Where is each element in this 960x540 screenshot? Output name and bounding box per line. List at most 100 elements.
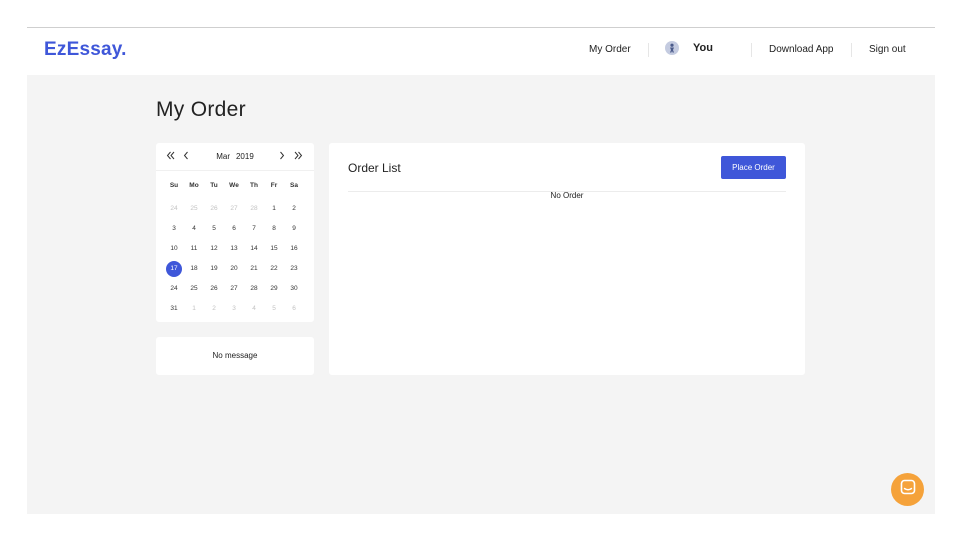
calendar-day-label: 3 xyxy=(232,305,236,312)
calendar-day[interactable]: 24 xyxy=(164,199,184,219)
calendar-day[interactable]: 13 xyxy=(224,239,244,259)
calendar-day[interactable]: 28 xyxy=(244,199,264,219)
calendar-day[interactable]: 6 xyxy=(224,219,244,239)
calendar-day[interactable]: 31 xyxy=(164,299,184,319)
calendar-day-label: 24 xyxy=(170,285,178,292)
calendar-day[interactable]: 10 xyxy=(164,239,184,259)
calendar-day[interactable]: 21 xyxy=(244,259,264,279)
app-frame: EzEssay. My Order You Download App Sign … xyxy=(27,27,935,514)
calendar-day[interactable]: 26 xyxy=(204,199,224,219)
calendar-day-label: 28 xyxy=(250,285,258,292)
double-chevron-right-icon[interactable] xyxy=(294,151,303,163)
calendar-weekday: We xyxy=(229,182,239,189)
calendar-day[interactable]: 19 xyxy=(204,259,224,279)
calendar-day[interactable]: 5 xyxy=(264,299,284,319)
calendar-day-label: 4 xyxy=(252,305,256,312)
calendar-day[interactable]: 18 xyxy=(184,259,204,279)
calendar-day-label: 3 xyxy=(172,225,176,232)
calendar-year[interactable]: 2019 xyxy=(236,152,254,161)
calendar-day-label: 7 xyxy=(252,225,256,232)
calendar-day-label: 9 xyxy=(292,225,296,232)
calendar-weekday: Th xyxy=(250,182,258,189)
calendar-day-label: 21 xyxy=(250,265,258,272)
calendar-day-selected[interactable]: 17 xyxy=(164,259,184,279)
calendar-day-label: 15 xyxy=(270,245,278,252)
calendar-day[interactable]: 6 xyxy=(284,299,304,319)
calendar-day-label: 10 xyxy=(170,245,178,252)
calendar-day-label: 25 xyxy=(190,205,198,212)
calendar-day[interactable]: 4 xyxy=(184,219,204,239)
calendar-day[interactable]: 27 xyxy=(224,279,244,299)
calendar-weekday: Tu xyxy=(210,182,218,189)
calendar-day-label: 23 xyxy=(290,265,298,272)
calendar-day[interactable]: 14 xyxy=(244,239,264,259)
calendar-day-label: 1 xyxy=(272,205,276,212)
calendar-day[interactable]: 2 xyxy=(284,199,304,219)
calendar-day-label: 27 xyxy=(230,205,238,212)
place-order-button[interactable]: Place Order xyxy=(721,156,786,179)
chat-bubble-icon xyxy=(900,479,916,500)
nav-sign-out[interactable]: Sign out xyxy=(869,44,906,55)
calendar-day[interactable]: 29 xyxy=(264,279,284,299)
order-list-panel: Order List Place Order No Order xyxy=(329,143,805,375)
calendar-day-label: 13 xyxy=(230,245,238,252)
calendar-month-year[interactable]: Mar 2019 xyxy=(156,152,314,161)
calendar-day[interactable]: 1 xyxy=(264,199,284,219)
calendar-day-label: 2 xyxy=(292,205,296,212)
calendar-day[interactable]: 12 xyxy=(204,239,224,259)
calendar-day[interactable]: 16 xyxy=(284,239,304,259)
nav-divider xyxy=(648,43,649,57)
calendar-day[interactable]: 7 xyxy=(244,219,264,239)
calendar-day[interactable]: 26 xyxy=(204,279,224,299)
nav-divider xyxy=(751,43,752,57)
calendar-day[interactable]: 9 xyxy=(284,219,304,239)
calendar-day-label: 5 xyxy=(272,305,276,312)
calendar-weekday: Su xyxy=(169,182,179,189)
top-navbar: EzEssay. My Order You Download App Sign … xyxy=(27,28,935,75)
message-panel: No message xyxy=(156,337,314,375)
calendar-header: Mar 2019 xyxy=(156,143,314,171)
calendar-day-label: 28 xyxy=(250,205,258,212)
calendar-day[interactable]: 1 xyxy=(184,299,204,319)
calendar-day-label: 16 xyxy=(290,245,298,252)
calendar-day-label: 6 xyxy=(292,305,296,312)
calendar-day-label: 14 xyxy=(250,245,258,252)
calendar-day-label: 19 xyxy=(210,265,218,272)
calendar-day[interactable]: 30 xyxy=(284,279,304,299)
calendar-day[interactable]: 24 xyxy=(164,279,184,299)
calendar-day[interactable]: 22 xyxy=(264,259,284,279)
calendar-day[interactable]: 28 xyxy=(244,279,264,299)
calendar-day[interactable]: 20 xyxy=(224,259,244,279)
calendar-day[interactable]: 11 xyxy=(184,239,204,259)
calendar-day-label: 26 xyxy=(210,205,218,212)
chat-launcher-button[interactable] xyxy=(891,473,924,506)
user-name: You xyxy=(693,42,713,54)
calendar-day[interactable]: 15 xyxy=(264,239,284,259)
calendar-day[interactable]: 5 xyxy=(204,219,224,239)
calendar-day-label: 27 xyxy=(230,285,238,292)
calendar-widget: Mar 2019 Su Mo Tu We Th Fr Sa 24 25 26 27 28 1 2 3 4 5 6 7 8… xyxy=(156,143,314,322)
nav-my-order[interactable]: My Order xyxy=(589,44,631,55)
calendar-day-label: 1 xyxy=(192,305,196,312)
nav-divider xyxy=(851,43,852,57)
calendar-day[interactable]: 3 xyxy=(224,299,244,319)
calendar-day[interactable]: 8 xyxy=(264,219,284,239)
calendar-day[interactable]: 3 xyxy=(164,219,184,239)
nav-user-menu[interactable]: You xyxy=(665,41,713,55)
calendar-day-label: 2 xyxy=(212,305,216,312)
calendar-day[interactable]: 4 xyxy=(244,299,264,319)
calendar-day[interactable]: 25 xyxy=(184,199,204,219)
calendar-day[interactable]: 25 xyxy=(184,279,204,299)
user-avatar-icon xyxy=(665,41,679,55)
calendar-day-label: 31 xyxy=(170,305,178,312)
page-title: My Order xyxy=(156,98,246,121)
nav-download-app[interactable]: Download App xyxy=(769,44,834,55)
calendar-weekday: Sa xyxy=(290,182,298,189)
brand-logo[interactable]: EzEssay. xyxy=(44,39,127,61)
calendar-day[interactable]: 27 xyxy=(224,199,244,219)
calendar-day-label: 18 xyxy=(190,265,198,272)
calendar-month[interactable]: Mar xyxy=(216,152,230,161)
calendar-day[interactable]: 2 xyxy=(204,299,224,319)
calendar-day[interactable]: 23 xyxy=(284,259,304,279)
chevron-right-icon[interactable] xyxy=(279,151,285,163)
